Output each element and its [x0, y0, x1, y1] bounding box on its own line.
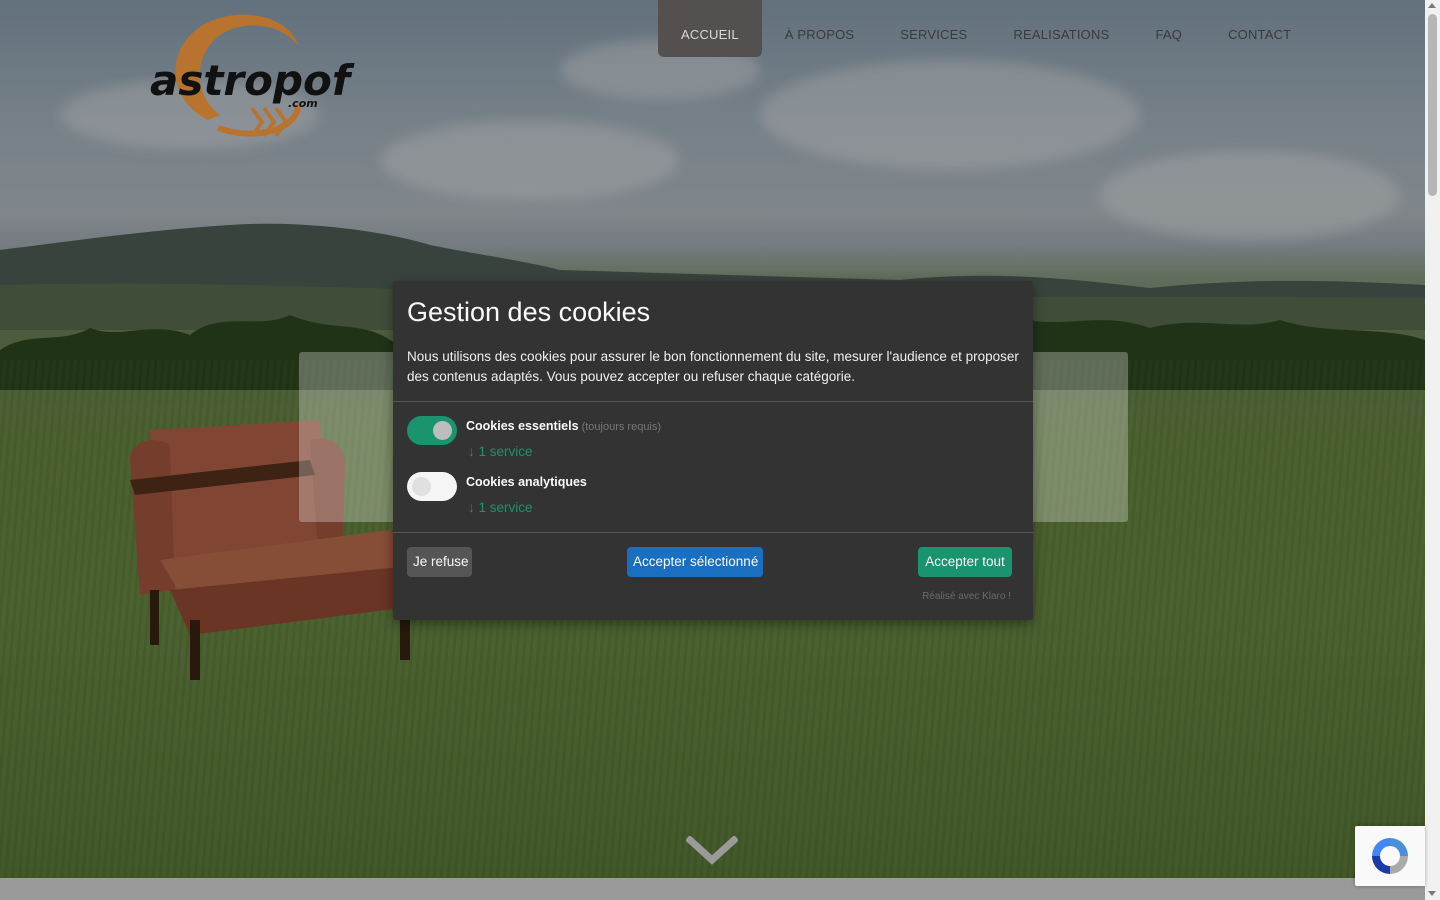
- recaptcha-badge[interactable]: [1355, 826, 1425, 886]
- recaptcha-icon: [1372, 838, 1408, 874]
- purpose-title-text: Cookies analytiques: [466, 475, 587, 489]
- scroll-up-icon[interactable]: [1428, 3, 1436, 8]
- modal-description: Nous utilisons des cookies pour assurer …: [407, 349, 1019, 384]
- purpose-title: Cookies analytiques: [466, 475, 587, 489]
- nav-item-services[interactable]: SERVICES: [877, 0, 990, 57]
- logo-swoosh-icon: astropof .com: [150, 14, 355, 138]
- scroll-thumb[interactable]: [1428, 14, 1437, 196]
- toggle-knob: [412, 477, 431, 496]
- services-expand-link[interactable]: ↓ 1 service: [468, 500, 533, 515]
- footer-strip: [0, 878, 1425, 900]
- accept-selected-button[interactable]: Accepter sélectionné: [627, 547, 763, 577]
- chevron-down-icon[interactable]: [686, 836, 738, 866]
- nav-item-a-propos[interactable]: À PROPOS: [762, 0, 878, 57]
- page-scrollbar[interactable]: [1425, 0, 1440, 900]
- nav-item-contact[interactable]: CONTACT: [1205, 0, 1314, 57]
- logo-subtext: .com: [288, 97, 318, 110]
- site-logo[interactable]: astropof .com: [148, 10, 363, 145]
- decline-button[interactable]: Je refuse: [407, 547, 472, 577]
- required-note: (toujours requis): [581, 421, 662, 433]
- nav-item-faq[interactable]: FAQ: [1132, 0, 1205, 57]
- nav-item-accueil[interactable]: ACCUEIL: [658, 0, 762, 57]
- modal-title: Gestion des cookies: [407, 297, 651, 327]
- logo-text: astropof: [150, 56, 355, 105]
- cookie-consent-modal: Gestion des cookies Nous utilisons des c…: [393, 281, 1033, 620]
- analytics-cookies-toggle[interactable]: [407, 472, 457, 501]
- main-nav: ACCUEIL À PROPOS SERVICES REALISATIONS F…: [658, 0, 1314, 57]
- services-expand-link[interactable]: ↓ 1 service: [468, 444, 533, 459]
- nav-item-realisations[interactable]: REALISATIONS: [990, 0, 1132, 57]
- accept-all-button[interactable]: Accepter tout: [918, 547, 1012, 577]
- divider: [393, 401, 1033, 402]
- purpose-title-text: Cookies essentiels: [466, 419, 579, 433]
- divider: [393, 532, 1033, 533]
- essential-cookies-toggle[interactable]: [407, 416, 457, 445]
- toggle-knob: [433, 421, 452, 440]
- powered-by-link[interactable]: Réalisé avec Klaro !: [922, 591, 1011, 602]
- scroll-down-icon[interactable]: [1428, 891, 1436, 896]
- purpose-title: Cookies essentiels (toujours requis): [466, 419, 661, 433]
